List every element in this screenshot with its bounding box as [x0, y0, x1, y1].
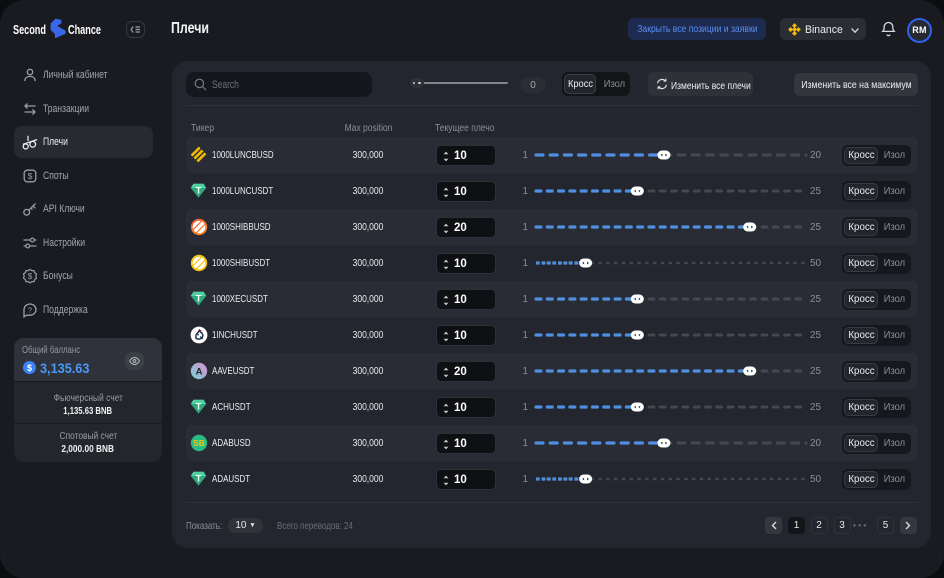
svg-text:$: $ [28, 271, 33, 281]
svg-text:T: T [196, 185, 202, 196]
svg-text:T: T [196, 473, 202, 484]
svg-text:T: T [196, 293, 202, 304]
svg-text:A: A [196, 366, 203, 377]
svg-text:?: ? [28, 305, 32, 314]
svg-text:SB: SB [193, 438, 205, 448]
svg-text:$: $ [28, 171, 33, 181]
svg-text:T: T [196, 401, 202, 412]
